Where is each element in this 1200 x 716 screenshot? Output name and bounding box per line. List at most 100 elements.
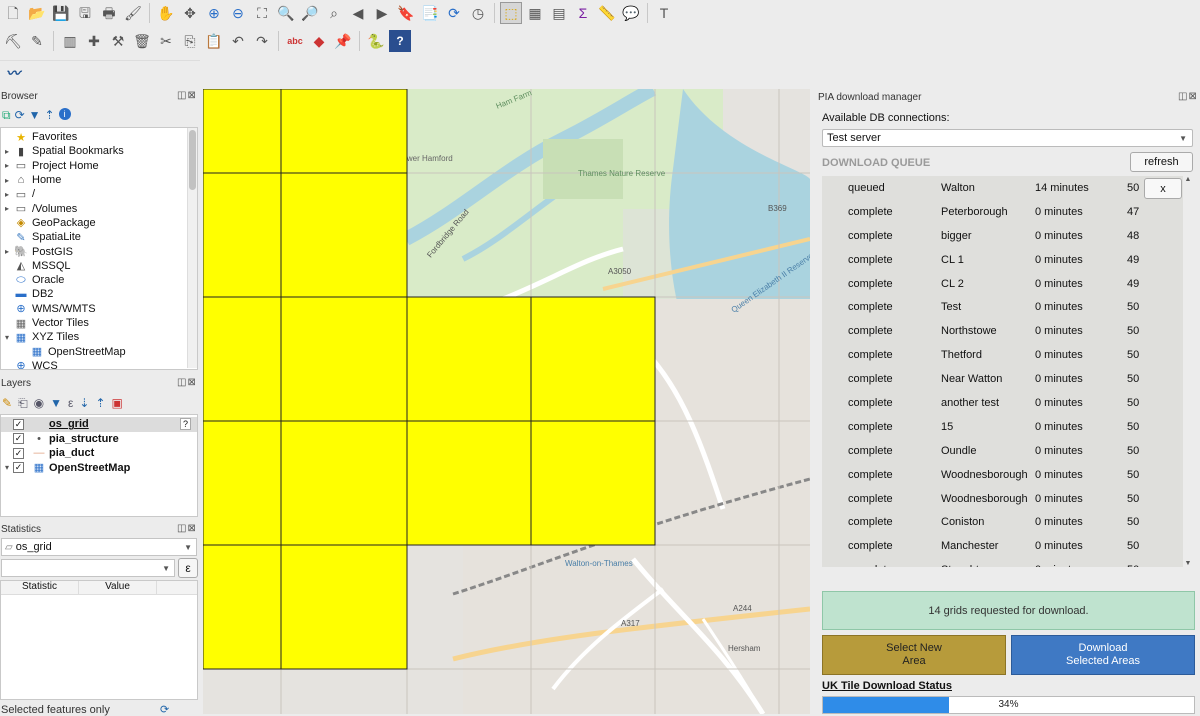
redo-icon[interactable]: ↷ [251,30,273,52]
layer-visibility-checkbox[interactable]: ✓ [13,433,24,445]
zoom-out-icon[interactable]: ⊖ [227,2,249,24]
browser-item[interactable]: ✎ SpatiaLite [1,230,197,244]
new-bookmark-icon[interactable]: 🔖 [395,2,417,24]
layers-float-close-icon[interactable]: ◫⊠ [177,377,197,388]
attribute-table-icon[interactable]: ▦ [524,2,546,24]
grid-cell[interactable] [530,296,656,422]
expand-arrow-icon[interactable]: ▸ [1,147,13,156]
field-calculator-icon[interactable]: ▤ [548,2,570,24]
grid-cell[interactable] [203,172,282,298]
value-column-header[interactable]: Value [79,581,157,594]
layer-item[interactable]: ✓ • pia_structure [1,432,197,447]
browser-item[interactable]: ⊕ WMS/WMTS [1,302,197,316]
edit-pencil-icon[interactable]: ✎ [26,30,48,52]
vertex-tool-icon[interactable]: ⚒ [107,30,129,52]
browser-float-close-icon[interactable]: ◫⊠ [177,90,197,101]
temporal-controller-icon[interactable]: ◷ [467,2,489,24]
browser-item[interactable]: ★ Favorites [1,130,197,144]
grid-cell[interactable] [203,544,282,670]
queue-row[interactable]: completeStoughton0 minutes50 [822,558,1193,567]
browser-item[interactable]: ▸ ▭ /Volumes [1,201,197,216]
refresh-button[interactable]: refresh [1130,152,1193,172]
expand-arrow-icon[interactable]: ▸ [1,176,13,185]
layer-visibility-checkbox[interactable]: ✓ [13,418,24,430]
expand-arrow-icon[interactable]: ▸ [1,161,13,170]
queue-row[interactable]: complete Woodnesborough 0 minutes 50 [822,463,1193,487]
queue-row[interactable]: complete Test 0 minutes 50 [822,295,1193,319]
copy-icon[interactable]: ⎘ [179,30,201,52]
statistics-float-close-icon[interactable]: ◫⊠ [177,523,197,534]
help-icon[interactable]: ? [179,418,191,431]
grid-cell[interactable] [280,544,408,670]
show-bookmarks-icon[interactable]: 📑 [419,2,441,24]
expand-arrow-icon[interactable]: ▸ [1,204,13,213]
queue-row[interactable]: complete Peterborough 0 minutes 47 [822,200,1193,224]
python-icon[interactable]: 🐍 [365,30,387,52]
filter-expression-icon[interactable]: ε [68,396,73,411]
queue-row[interactable]: complete 15 0 minutes 50 [822,415,1193,439]
browser-item[interactable]: ▸ ⌂ Home [1,173,197,187]
zoom-to-native-icon[interactable]: ⌕ [323,2,345,24]
pan-icon[interactable]: ✋ [155,2,177,24]
queue-row[interactable]: complete Oundle 0 minutes 50 [822,439,1193,463]
grid-cell[interactable] [280,296,408,422]
select-features-icon[interactable]: ⬚ [500,2,522,24]
label-icon[interactable]: abc [284,30,306,52]
zoom-to-layer-icon[interactable]: 🔎 [299,2,321,24]
browser-tree[interactable]: ★ Favorites ▸ ▮ Spatial Bookmarks ▸ ▭ Project H… [0,127,198,370]
add-group-icon[interactable]: ⎗ [18,396,28,411]
grid-cell[interactable] [280,420,408,546]
db-connection-select[interactable]: Test server ▼ [822,129,1193,147]
queue-row[interactable]: complete CL 1 0 minutes 49 [822,248,1193,272]
undo-icon[interactable]: ↶ [227,30,249,52]
filter-legend-icon[interactable]: ▼ [50,396,62,411]
browser-item[interactable]: ▸ ▭ / [1,187,197,201]
browser-item[interactable]: ▸ 🐘 PostGIS [1,244,197,259]
statistic-column-header[interactable]: Statistic [1,581,79,594]
layer-visibility-checkbox[interactable]: ✓ [13,462,24,474]
zoom-in-icon[interactable]: ⊕ [203,2,225,24]
layer-visibility-checkbox[interactable]: ✓ [13,447,24,459]
queue-row[interactable]: complete CL 2 0 minutes 49 [822,272,1193,296]
queue-row[interactable]: complete Thetford 0 minutes 50 [822,343,1193,367]
paste-icon[interactable]: 📋 [203,30,225,52]
pin-label-icon[interactable]: 📌 [332,30,354,52]
help-icon[interactable]: ? [389,30,411,52]
expand-arrow-icon[interactable]: ▸ [1,190,13,199]
delete-icon[interactable]: 🗑 [131,30,153,52]
expand-arrow-icon[interactable]: ▾ [1,333,13,342]
download-selected-areas-button[interactable]: Download Selected Areas [1011,635,1195,675]
measure-icon[interactable]: 📏 [596,2,618,24]
grid-cell[interactable] [203,89,282,174]
zoom-next-icon[interactable]: ▶ [371,2,393,24]
statistics-refresh-icon[interactable]: ⟳ [160,703,169,716]
add-selected-icon[interactable]: ⧉ [2,108,11,123]
grid-cell[interactable] [203,420,282,546]
queue-row[interactable]: complete Near Watton 0 minutes 50 [822,367,1193,391]
queue-row[interactable]: complete Woodnesborough 0 minutes 50 [822,487,1193,511]
layers-tree[interactable]: ✓ os_grid? ✓ • pia_structure ✓ — pia_duct ▾ ✓ ▦ Ope… [0,414,198,517]
digitize-icon[interactable]: ⛏ [2,30,24,52]
refresh-icon[interactable]: ⟳ [443,2,465,24]
browser-item[interactable]: ◈ GeoPackage [1,216,197,230]
expression-button[interactable]: ε [178,558,198,578]
layer-item[interactable]: ▾ ✓ ▦ OpenStreetMap [1,461,197,476]
grid-cell[interactable] [280,172,408,298]
open-folder-icon[interactable]: 📂 [26,2,48,24]
collapse-all-layers-icon[interactable]: ⇡ [95,396,105,411]
browser-item[interactable]: ◭ MSSQL [1,259,197,273]
map-canvas[interactable]: Ham Farm Lower Hamford Fordbridge Road Tham… [203,89,810,714]
layer-item[interactable]: ✓ — pia_duct [1,446,197,461]
pan-to-selection-icon[interactable]: ✥ [179,2,201,24]
remove-layer-icon[interactable]: ▣ [112,396,123,411]
os-grid-layer[interactable] [203,89,810,714]
layer-item[interactable]: ✓ os_grid? [1,417,197,432]
text-annotation-icon[interactable]: T [653,2,675,24]
browser-scrollbar[interactable] [187,128,197,368]
expand-all-icon[interactable]: ⇣ [79,396,89,411]
manage-themes-icon[interactable]: ◉ [34,396,44,411]
expand-arrow-icon[interactable]: ▸ [1,247,13,256]
cut-icon[interactable]: ✂ [155,30,177,52]
browser-item[interactable]: ▦ Vector Tiles [1,316,197,330]
filter-browser-icon[interactable]: ▼ [29,108,41,123]
